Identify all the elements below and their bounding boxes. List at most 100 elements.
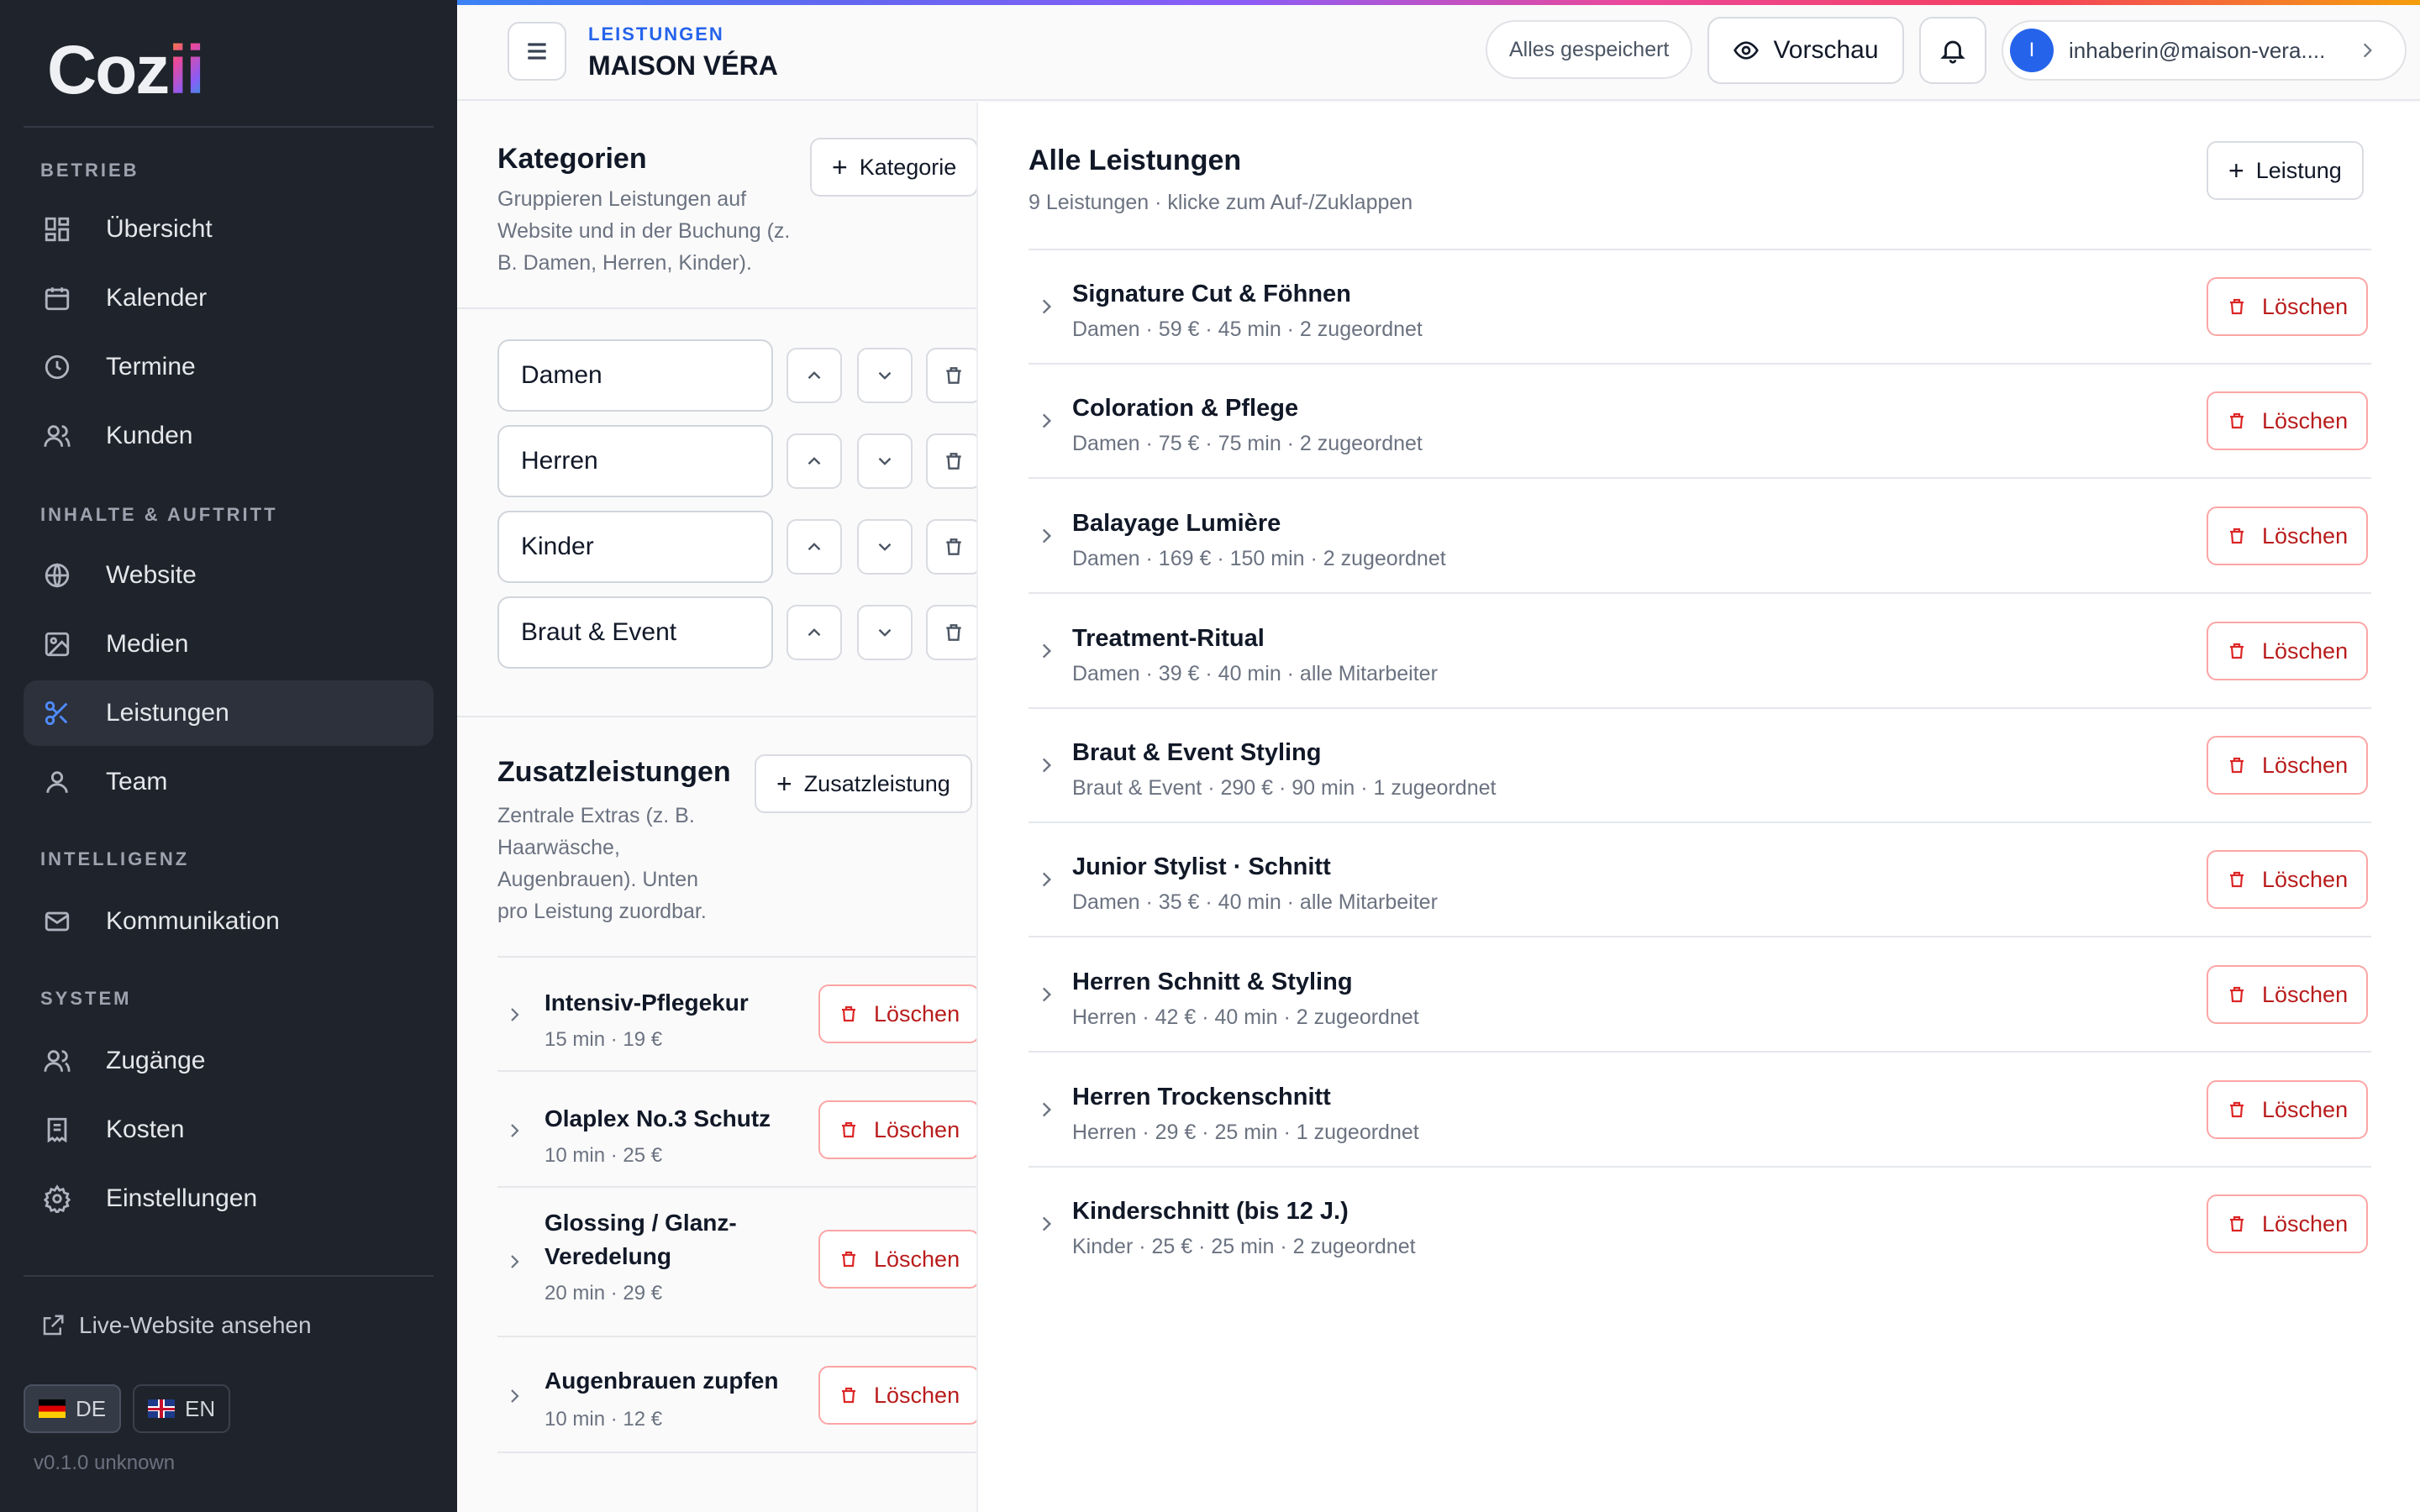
breadcrumb: LEISTUNGEN <box>588 24 724 45</box>
delete-category-button[interactable] <box>926 433 976 489</box>
delete-label: Löschen <box>2262 866 2349 892</box>
delete-service-button[interactable]: Löschen <box>2207 1194 2369 1253</box>
flag-uk-icon <box>148 1399 175 1418</box>
delete-extra-button[interactable]: Löschen <box>818 1230 976 1289</box>
table-row[interactable]: Braut & Event Styling Braut & Event · 29… <box>1028 709 2371 823</box>
sidebar-item-label: Medien <box>106 630 189 658</box>
section-label-betrieb: BETRIEB <box>40 160 139 181</box>
chevron-right-icon <box>1035 1099 1057 1121</box>
trash-icon <box>2230 1101 2244 1118</box>
sidebar-item-label: Übersicht <box>106 215 213 243</box>
notifications-button[interactable] <box>1919 17 1986 84</box>
list-item[interactable]: Intensiv-Pflegekur 15 min · 19 € Löschen <box>497 958 976 1072</box>
add-service-button[interactable]: + Leistung <box>2207 141 2364 200</box>
delete-service-button[interactable]: Löschen <box>2207 277 2369 336</box>
add-category-button[interactable]: + Kategorie <box>810 138 976 197</box>
move-up-button[interactable] <box>786 348 842 403</box>
sidebar-item-kalender[interactable]: Kalender <box>24 265 434 331</box>
live-website-label: Live-Website ansehen <box>79 1312 312 1338</box>
top-bar: LEISTUNGEN MAISON VÉRA Alles gespeichert… <box>457 0 2420 101</box>
sidebar-item-label: Kalender <box>106 284 208 312</box>
delete-service-button[interactable]: Löschen <box>2207 622 2369 680</box>
sidebar-item-team[interactable]: Team <box>24 749 434 815</box>
delete-label: Löschen <box>2262 522 2349 549</box>
move-up-button[interactable] <box>786 433 842 489</box>
delete-category-button[interactable] <box>926 519 976 575</box>
table-row[interactable]: Kinderschnitt (bis 12 J.) Kinder · 25 € … <box>1028 1168 2371 1282</box>
move-down-button[interactable] <box>857 519 913 575</box>
service-name: Herren Schnitt & Styling <box>1072 969 1353 995</box>
language-en-button[interactable]: EN <box>133 1384 231 1433</box>
add-extra-button[interactable]: + Zusatzleistung <box>755 754 972 813</box>
move-up-button[interactable] <box>786 519 842 575</box>
table-row[interactable]: Balayage Lumière Damen · 169 € · 150 min… <box>1028 480 2371 594</box>
table-row[interactable]: Treatment-Ritual Damen · 39 € · 40 min ·… <box>1028 595 2371 709</box>
table-row[interactable]: Junior Stylist · Schnitt Damen · 35 € · … <box>1028 823 2371 937</box>
table-row[interactable]: Signature Cut & Föhnen Damen · 59 € · 45… <box>1028 250 2371 365</box>
category-input[interactable]: Damen <box>497 339 773 412</box>
app-logo[interactable]: Cozii <box>47 32 205 108</box>
sidebar-item-zugaenge[interactable]: Zugänge <box>24 1028 434 1094</box>
extra-meta: 10 min · 12 € <box>544 1408 663 1431</box>
list-item[interactable]: Glossing / Glanz-Veredelung 20 min · 29 … <box>497 1189 976 1337</box>
sidebar-item-label: Einstellungen <box>106 1184 258 1212</box>
table-row[interactable]: Herren Schnitt & Styling Herren · 42 € ·… <box>1028 938 2371 1053</box>
trash-icon <box>2230 757 2244 774</box>
service-meta: Damen · 39 € · 40 min · alle Mitarbeiter <box>1072 662 1438 685</box>
sidebar-item-leistungen[interactable]: Leistungen <box>24 680 434 746</box>
chevron-right-icon <box>1035 984 1057 1005</box>
delete-service-button[interactable]: Löschen <box>2207 391 2369 450</box>
eye-icon <box>1733 41 1760 60</box>
account-menu[interactable]: I inhaberin@maison-vera.... <box>2002 20 2407 81</box>
divider <box>457 716 976 717</box>
language-de-button[interactable]: DE <box>24 1384 122 1433</box>
delete-extra-button[interactable]: Löschen <box>818 1366 976 1425</box>
sidebar-item-uebersicht[interactable]: Übersicht <box>24 197 434 262</box>
sidebar-item-kunden[interactable]: Kunden <box>24 403 434 469</box>
service-name: Coloration & Pflege <box>1072 395 1299 422</box>
delete-category-button[interactable] <box>926 605 976 660</box>
sidebar-item-label: Leistungen <box>106 699 229 727</box>
table-row[interactable]: Herren Trockenschnitt Herren · 29 € · 25… <box>1028 1053 2371 1168</box>
category-input[interactable]: Herren <box>497 425 773 497</box>
preview-button[interactable]: Vorschau <box>1707 17 1904 84</box>
plus-icon: + <box>776 768 792 799</box>
sidebar-item-termine[interactable]: Termine <box>24 334 434 400</box>
menu-button[interactable] <box>508 22 566 81</box>
move-up-button[interactable] <box>786 605 842 660</box>
services-title: Alle Leistungen <box>1028 144 1242 176</box>
extra-name: Olaplex No.3 Schutz <box>544 1105 771 1131</box>
delete-label: Löschen <box>2262 1210 2349 1236</box>
table-row[interactable]: Coloration & Pflege Damen · 75 € · 75 mi… <box>1028 365 2371 479</box>
delete-extra-button[interactable]: Löschen <box>818 984 976 1043</box>
delete-label: Löschen <box>2262 981 2349 1007</box>
move-down-button[interactable] <box>857 605 913 660</box>
delete-service-button[interactable]: Löschen <box>2207 736 2369 795</box>
chevron-right-icon <box>1035 296 1057 318</box>
category-input[interactable]: Kinder <box>497 511 773 583</box>
sidebar-item-website[interactable]: Website <box>24 543 434 608</box>
move-down-button[interactable] <box>857 433 913 489</box>
extras-description: Zentrale Extras (z. B. Haarwäsche, Augen… <box>497 804 707 923</box>
delete-extra-button[interactable]: Löschen <box>818 1100 976 1159</box>
category-input[interactable]: Braut & Event <box>497 596 773 669</box>
app-version: v0.1.0 unknown <box>34 1452 176 1474</box>
service-name: Braut & Event Styling <box>1072 739 1322 766</box>
delete-service-button[interactable]: Löschen <box>2207 965 2369 1024</box>
live-website-link[interactable]: Live-Website ansehen <box>40 1312 312 1339</box>
chevron-up-icon <box>808 543 821 551</box>
sidebar-item-kommunikation[interactable]: Kommunikation <box>24 889 434 954</box>
delete-service-button[interactable]: Löschen <box>2207 507 2369 565</box>
service-meta: Damen · 59 € · 45 min · 2 zugeordnet <box>1072 318 1423 341</box>
delete-service-button[interactable]: Löschen <box>2207 1080 2369 1139</box>
list-item[interactable]: Augenbrauen zupfen 10 min · 12 € Löschen <box>497 1339 976 1453</box>
plus-icon: + <box>2228 155 2244 186</box>
list-item[interactable]: Olaplex No.3 Schutz 10 min · 25 € Lösche… <box>497 1074 976 1188</box>
sidebar-item-kosten[interactable]: Kosten <box>24 1097 434 1163</box>
section-label-inhalte: INHALTE & AUFTRITT <box>40 504 278 525</box>
delete-category-button[interactable] <box>926 348 976 403</box>
sidebar-item-medien[interactable]: Medien <box>24 612 434 677</box>
delete-service-button[interactable]: Löschen <box>2207 850 2369 909</box>
move-down-button[interactable] <box>857 348 913 403</box>
sidebar-item-einstellungen[interactable]: Einstellungen <box>24 1166 434 1231</box>
